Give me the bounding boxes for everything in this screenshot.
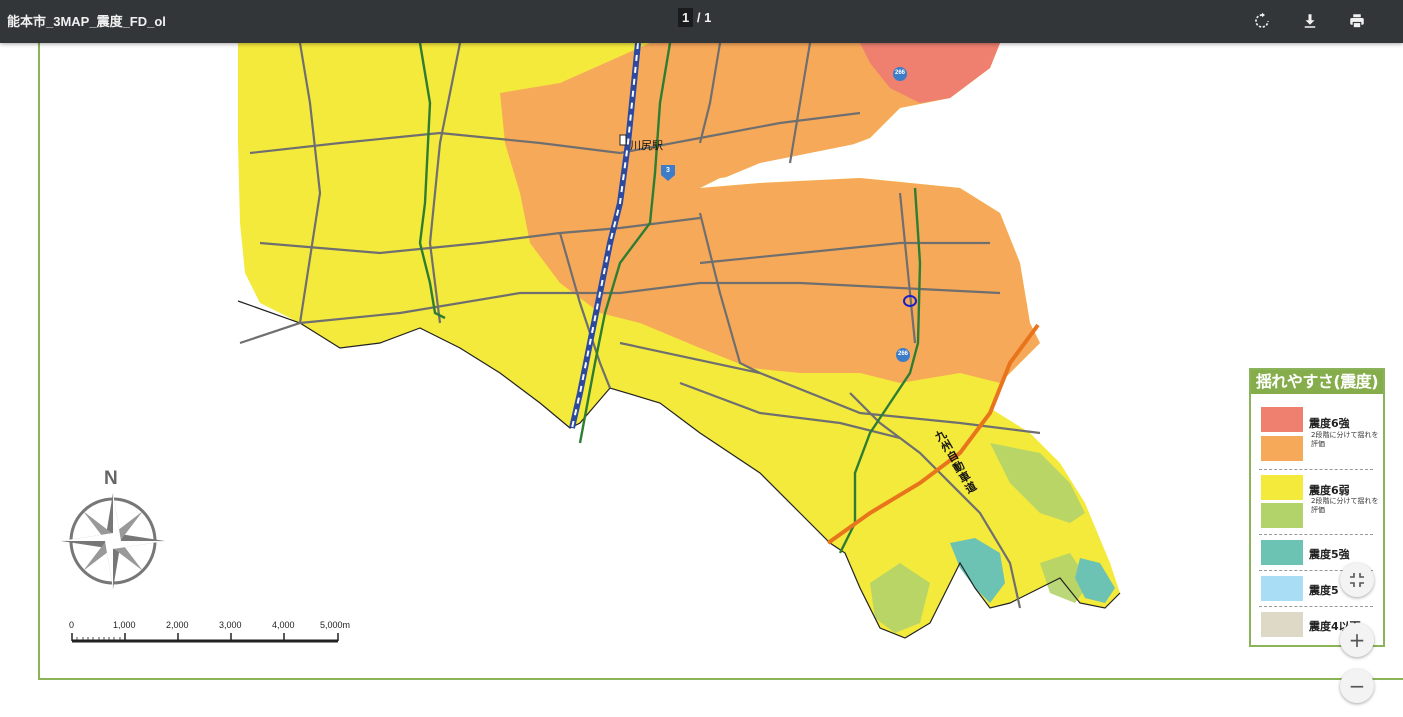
download-button[interactable] — [1297, 8, 1323, 34]
scale-label-4000: 4,000 — [272, 620, 295, 630]
fit-to-page-button[interactable] — [1340, 563, 1374, 597]
pdf-toolbar: 能本市_3MAP_震度_FD_ol 1 / 1 — [0, 0, 1403, 43]
document-page: 川尻駅 九州自動車道 3 266 266 N 0 1,000 2,000 3,0… — [0, 23, 1403, 717]
download-icon — [1304, 14, 1316, 28]
legend-swatch-6-upper-a — [1261, 407, 1303, 432]
scale-label-2000: 2,000 — [166, 620, 189, 630]
scale-label-3000: 3,000 — [219, 620, 242, 630]
legend-swatch-6-upper-b — [1261, 436, 1303, 461]
route-266-badge-south: 266 — [897, 351, 908, 357]
legend-swatch-6-lower-b — [1261, 503, 1303, 528]
legend-swatch-5-lower — [1261, 576, 1303, 601]
fit-to-page-icon — [1350, 573, 1364, 587]
page-total: 1 — [704, 10, 712, 25]
legend-swatch-6-lower-a — [1261, 475, 1303, 500]
print-icon — [1350, 14, 1364, 29]
compass-rose — [61, 493, 165, 589]
compass-north-label: N — [104, 468, 118, 489]
legend-label-6-lower: 震度6弱 — [1309, 484, 1350, 497]
legend-title: 揺れやすさ(震度) — [1251, 370, 1383, 394]
print-button[interactable] — [1344, 8, 1370, 34]
legend-note-6-upper: 2段階に分けて揺れを評価 — [1311, 431, 1379, 448]
legend-swatch-4-or-less — [1261, 612, 1303, 637]
zoom-out-button[interactable]: − — [1340, 669, 1374, 703]
intensity-legend: 揺れやすさ(震度) 震度6強 2段階に分けて揺れを評価 震度6弱 2段階に分けて… — [1249, 368, 1385, 647]
scale-bar — [71, 633, 339, 643]
page-separator: / — [696, 10, 701, 25]
seismic-intensity-map — [61, 43, 1121, 643]
scale-label-5000m: 5,000m — [320, 620, 351, 630]
legend-note-6-lower: 2段階に分けて揺れを評価 — [1311, 497, 1379, 514]
route-3-badge: 3 — [666, 167, 670, 174]
zoom-in-button[interactable]: + — [1340, 623, 1374, 657]
page-indicator: 1 / 1 — [678, 8, 712, 27]
station-marker — [619, 134, 627, 146]
page-number-input[interactable]: 1 — [678, 8, 694, 27]
legend-label-5-upper: 震度5強 — [1309, 548, 1350, 561]
legend-swatch-5-upper — [1261, 540, 1303, 565]
scale-label-0: 0 — [69, 620, 75, 630]
legend-label-5-lower: 震度5 — [1309, 584, 1339, 597]
rotate-button[interactable] — [1249, 8, 1275, 34]
scale-label-1000: 1,000 — [113, 620, 136, 630]
route-266-badge-north: 266 — [894, 70, 905, 76]
station-label: 川尻駅 — [630, 139, 663, 152]
rotate-icon — [1255, 12, 1269, 28]
legend-label-6-upper: 震度6強 — [1309, 417, 1350, 430]
document-title: 能本市_3MAP_震度_FD_ol — [7, 14, 166, 29]
